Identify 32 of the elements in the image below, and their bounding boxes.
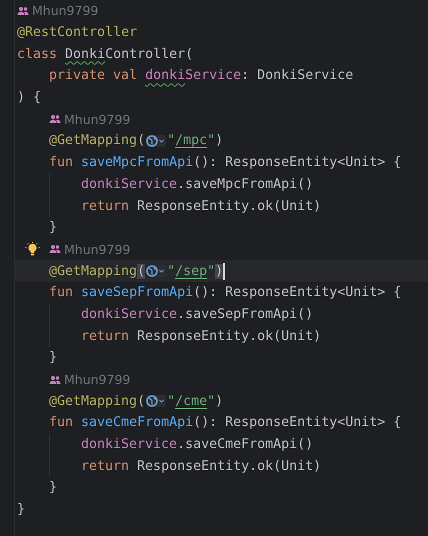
people-icon	[49, 374, 61, 385]
code-line: @GetMapping( "/sep")	[49, 262, 226, 282]
people-icon	[49, 244, 61, 254]
code-line: return ResponseEntity.ok(Unit)	[81, 198, 322, 216]
globe-icon[interactable]	[146, 134, 166, 147]
code-line: donkiService.saveCmeFromApi()	[81, 436, 314, 454]
author-name[interactable]: Mhun9799	[32, 3, 98, 18]
code-line: @GetMapping( "/mpc")	[49, 132, 224, 150]
code-line: private val donkiService: DonkiService	[49, 67, 354, 86]
code-line: }	[49, 349, 58, 368]
code-line: return ResponseEntity.ok(Unit)	[81, 328, 322, 346]
author-name[interactable]: Mhun9799	[64, 242, 130, 257]
globe-icon[interactable]	[146, 395, 166, 408]
code-line: class DonkiController(	[17, 46, 194, 64]
code-line: fun saveSepFromApi(): ResponseEntity<Unit> {	[49, 284, 402, 302]
code-line: donkiService.saveMpcFromApi()	[81, 176, 314, 194]
people-icon	[49, 114, 61, 124]
code-line: return ResponseEntity.ok(Unit)	[81, 458, 322, 476]
code-line: fun saveCmeFromApi(): ResponseEntity<Unit> {	[49, 414, 402, 432]
code-line: @GetMapping( "/cme")	[49, 392, 224, 411]
globe-icon[interactable]	[146, 265, 166, 278]
code-line: }	[49, 479, 58, 498]
code-line: donkiService.saveSepFromApi()	[81, 306, 314, 324]
code-line: }	[17, 501, 26, 520]
code-line: }	[49, 219, 58, 238]
code-line: ) {	[17, 89, 42, 108]
people-icon	[17, 6, 29, 16]
author-name[interactable]: Mhun9799	[64, 372, 130, 388]
code-line: fun saveMpcFromApi(): ResponseEntity<Unit> {	[49, 154, 402, 172]
author-name[interactable]: Mhun9799	[64, 112, 130, 127]
lightbulb-icon[interactable]	[25, 242, 40, 257]
code-line: @RestController	[17, 24, 138, 42]
